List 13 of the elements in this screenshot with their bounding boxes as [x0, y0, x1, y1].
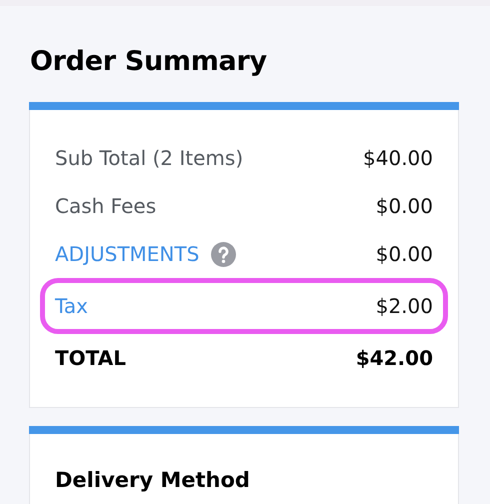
summary-amount: $0.00: [376, 242, 433, 266]
summary-link[interactable]: ADJUSTMENTS: [55, 242, 200, 266]
total-label: TOTAL: [55, 346, 126, 370]
summary-link[interactable]: Tax: [55, 294, 88, 318]
summary-label: Sub Total (2 Items): [55, 146, 244, 170]
section-heading: Delivery Method: [55, 467, 251, 494]
summary-amount: $2.00: [376, 294, 433, 318]
help-icon[interactable]: [211, 242, 236, 266]
page-title: Order Summary: [29, 45, 268, 79]
summary-amount: $0.00: [376, 194, 433, 218]
summary-amount: $40.00: [363, 146, 433, 170]
summary-label: Cash Fees: [55, 194, 156, 218]
total-amount: $42.00: [356, 346, 433, 370]
